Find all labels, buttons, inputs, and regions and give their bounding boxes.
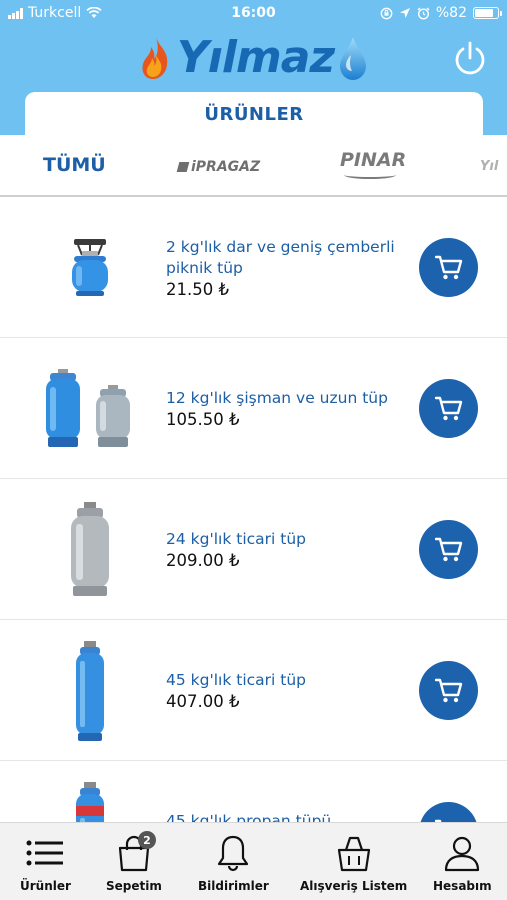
product-info: 45 kg'lık ticari tüp 407.00 ₺	[166, 670, 406, 711]
add-to-cart-button[interactable]	[419, 802, 478, 822]
product-image-12kg	[30, 350, 150, 467]
bottom-nav: Ürünler 2 Sepetim Bildirimler Alışveriş …	[0, 822, 507, 900]
battery-percent: %82	[435, 5, 467, 21]
nav-label: Bildirimler	[198, 879, 269, 893]
ipragaz-logo-mark	[176, 162, 190, 172]
bag-icon: 2	[114, 831, 156, 873]
product-info: 12 kg'lık şişman ve uzun tüp 105.50 ₺	[166, 388, 406, 429]
product-price: 407.00 ₺	[166, 692, 240, 711]
nav-label: Hesabım	[433, 879, 492, 893]
user-icon	[442, 833, 482, 873]
status-right: %82	[380, 5, 502, 21]
product-list[interactable]: 2 kg'lık dar ve geniş çemberli piknik tü…	[0, 197, 507, 822]
cart-icon	[434, 255, 462, 279]
product-name[interactable]: 2 kg'lık dar ve geniş çemberli piknik tü…	[166, 237, 406, 279]
product-image-picnic	[30, 209, 150, 326]
product-name[interactable]: 45 kg'lık propan tüpü	[166, 811, 406, 822]
product-row[interactable]: 12 kg'lık şişman ve uzun tüp 105.50 ₺	[0, 338, 507, 479]
nav-item-bildirimler[interactable]: Bildirimler	[198, 833, 269, 893]
product-name[interactable]: 45 kg'lık ticari tüp	[166, 670, 406, 691]
product-info: 24 kg'lık ticari tüp 209.00 ₺	[166, 529, 406, 570]
flame-icon	[142, 36, 168, 79]
brand-filter-ipragaz-label: iPRAGAZ	[191, 159, 261, 175]
brand-filter-pinar[interactable]: PINAR	[340, 149, 407, 179]
status-bar: Turkcell 16:00 %82	[0, 0, 507, 28]
app-header: Yılmaz ÜRÜNLER	[0, 28, 507, 136]
list-icon	[25, 833, 65, 873]
product-row[interactable]: 2 kg'lık dar ve geniş çemberli piknik tü…	[0, 197, 507, 338]
brand-logo: Yılmaz	[0, 32, 507, 83]
brand-filter-all[interactable]: TÜMÜ	[43, 154, 106, 176]
location-icon	[399, 8, 410, 18]
add-to-cart-button[interactable]	[419, 238, 478, 297]
nav-item-hesabim[interactable]: Hesabım	[433, 833, 492, 893]
brand-filter-ipragaz[interactable]: iPRAGAZ	[176, 159, 261, 175]
rotation-lock-icon	[380, 7, 393, 19]
product-name[interactable]: 24 kg'lık ticari tüp	[166, 529, 406, 550]
nav-label: Alışveriş Listem	[300, 879, 408, 893]
product-price: 105.50 ₺	[166, 410, 240, 429]
nav-item-alisveris-listem[interactable]: Alışveriş Listem	[300, 833, 407, 893]
product-info: 45 kg'lık propan tüpü	[166, 811, 406, 822]
cart-icon	[434, 537, 462, 561]
nav-item-sepetim[interactable]: 2 Sepetim	[106, 831, 162, 893]
product-image-propane	[30, 773, 150, 822]
nav-label: Sepetim	[106, 879, 162, 893]
battery-fill	[475, 9, 494, 17]
water-drop-icon	[340, 36, 367, 80]
product-price: 21.50 ₺	[166, 280, 229, 299]
product-name[interactable]: 12 kg'lık şişman ve uzun tüp	[166, 388, 406, 409]
cart-icon	[434, 678, 462, 702]
cart-icon	[434, 396, 462, 420]
brand-filter-bar: TÜMÜ iPRAGAZ PINAR Yıl	[0, 135, 507, 197]
battery-icon	[473, 7, 502, 19]
section-title-card: ÜRÜNLER	[25, 92, 483, 136]
brand-name: Yılmaz	[176, 32, 335, 83]
product-image-45kg	[30, 632, 150, 749]
product-row[interactable]: 45 kg'lık ticari tüp 407.00 ₺	[0, 620, 507, 761]
brand-filter-yilmaz[interactable]: Yıl	[480, 159, 498, 174]
section-title: ÜRÜNLER	[204, 104, 304, 125]
product-info: 2 kg'lık dar ve geniş çemberli piknik tü…	[166, 237, 406, 299]
alarm-icon	[417, 7, 430, 20]
product-row[interactable]: 45 kg'lık propan tüpü	[0, 761, 507, 822]
add-to-cart-button[interactable]	[419, 379, 478, 438]
product-image-24kg	[30, 491, 150, 608]
basket-icon	[334, 833, 374, 873]
add-to-cart-button[interactable]	[419, 520, 478, 579]
pinar-swoosh	[344, 171, 396, 179]
product-price: 209.00 ₺	[166, 551, 240, 570]
nav-label: Ürünler	[20, 879, 71, 893]
bell-icon	[213, 833, 253, 873]
add-to-cart-button[interactable]	[419, 661, 478, 720]
cart-count-badge: 2	[137, 831, 156, 849]
power-icon[interactable]	[451, 40, 489, 78]
nav-item-urunler[interactable]: Ürünler	[20, 833, 71, 893]
brand-filter-pinar-label: PINAR	[340, 149, 407, 171]
product-row[interactable]: 24 kg'lık ticari tüp 209.00 ₺	[0, 479, 507, 620]
